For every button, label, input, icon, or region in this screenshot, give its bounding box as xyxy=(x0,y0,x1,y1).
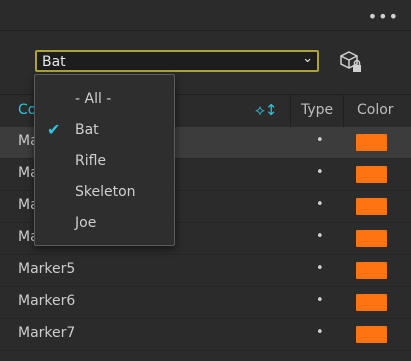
table-row[interactable]: Marker5 • xyxy=(0,255,411,287)
marker-type-dot: • xyxy=(316,165,324,180)
marker-type-dot: • xyxy=(316,133,324,148)
chevron-down-icon: ⌄ xyxy=(302,51,313,66)
color-swatch[interactable] xyxy=(356,230,387,247)
color-swatch[interactable] xyxy=(356,262,387,279)
table-row[interactable]: Marker6 • xyxy=(0,287,411,319)
filter-dropdown-menu: - All - ✔ Bat Rifle Skeleton Joe xyxy=(34,74,175,246)
column-header-type[interactable]: Type xyxy=(301,102,333,118)
dropdown-item-joe[interactable]: Joe xyxy=(35,209,174,240)
sort-icon[interactable]: ⟡↕ xyxy=(255,101,277,119)
column-header-color[interactable]: Color xyxy=(357,102,394,118)
dropdown-item-label: Bat xyxy=(75,122,99,138)
dropdown-item-bat[interactable]: ✔ Bat xyxy=(35,116,174,147)
color-swatch[interactable] xyxy=(356,134,387,151)
marker-type-dot: • xyxy=(316,197,324,212)
filter-select[interactable]: Bat ⌄ xyxy=(35,50,319,72)
column-divider xyxy=(290,95,291,127)
marker-type-dot: • xyxy=(316,261,324,276)
dropdown-item-skeleton[interactable]: Skeleton xyxy=(35,178,174,209)
column-divider xyxy=(343,95,344,127)
color-swatch[interactable] xyxy=(356,326,387,343)
cube-lock-icon[interactable] xyxy=(338,49,364,75)
panel-topbar: ••• xyxy=(0,0,411,31)
marker-name: Marker5 xyxy=(18,261,76,277)
dropdown-item-label: - All - xyxy=(75,91,112,107)
dropdown-item-label: Skeleton xyxy=(75,184,136,200)
dropdown-item-label: Joe xyxy=(75,215,97,231)
marker-name: Marker7 xyxy=(18,325,76,341)
more-options-icon[interactable]: ••• xyxy=(368,7,399,26)
checkmark-icon: ✔ xyxy=(47,120,61,139)
filter-select-value: Bat xyxy=(42,54,66,70)
marker-type-dot: • xyxy=(316,325,324,340)
dropdown-item-rifle[interactable]: Rifle xyxy=(35,147,174,178)
dropdown-item-label: Rifle xyxy=(75,153,107,169)
marker-name: Marker6 xyxy=(18,293,76,309)
marker-type-dot: • xyxy=(316,229,324,244)
color-swatch[interactable] xyxy=(356,166,387,183)
marker-panel: ••• Bat ⌄ Co ⟡↕ Type Color Ma • Ma • Ma … xyxy=(0,0,411,361)
table-row[interactable]: Marker7 • xyxy=(0,319,411,351)
marker-type-dot: • xyxy=(316,293,324,308)
dropdown-item-all[interactable]: - All - xyxy=(35,85,174,116)
color-swatch[interactable] xyxy=(356,294,387,311)
color-swatch[interactable] xyxy=(356,198,387,215)
